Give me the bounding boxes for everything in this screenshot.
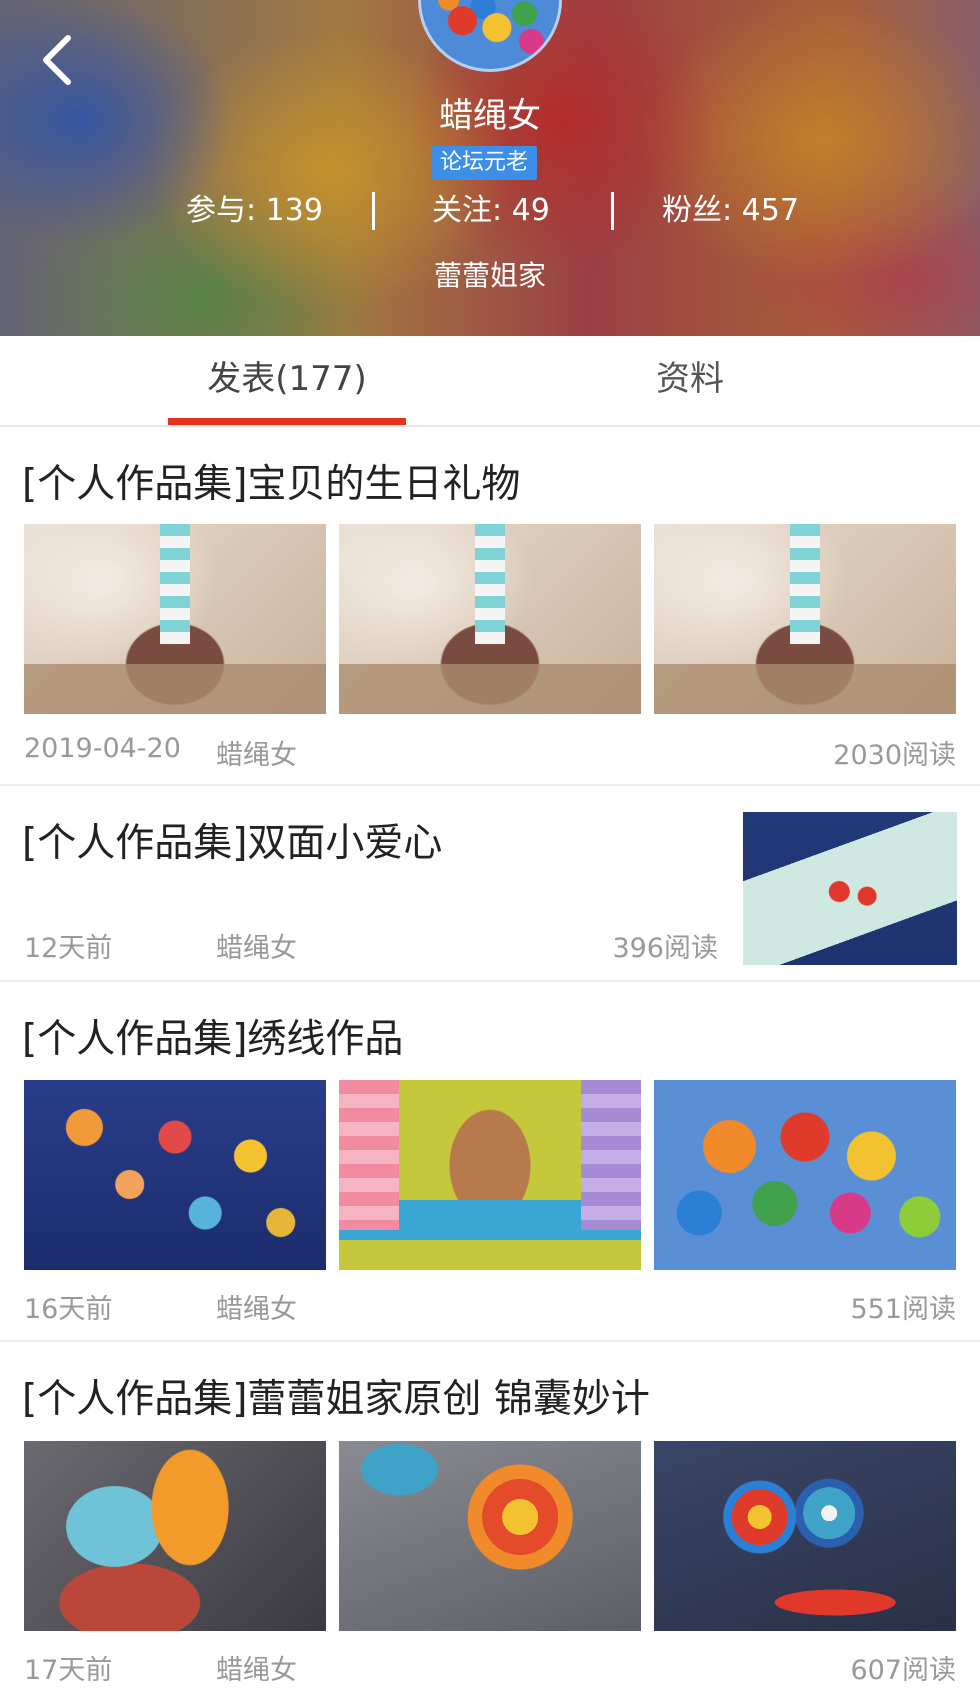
post-item[interactable]: [个人作品集]绣线作品 16天前 蜡绳女 551阅读 [0,982,980,1342]
tab-info[interactable]: 资料 [590,336,790,425]
rank-badge: 论坛元老 [431,146,537,180]
post-date: 17天前 [24,1655,113,1686]
post-author: 蜡绳女 [216,933,297,964]
username: 蜡绳女 [439,96,541,136]
post-image [743,812,957,965]
stat-follow[interactable]: 关注: 49 [432,186,550,236]
post-read-count: 607阅读 [850,1655,956,1686]
post-author: 蜡绳女 [216,1294,297,1325]
post-title: [个人作品集]宝贝的生日礼物 [22,462,521,507]
post-image [24,1080,326,1270]
profile-stats: 参与: 139 关注: 49 粉丝: 457 [0,186,980,236]
post-read-count: 2030阅读 [833,740,956,771]
back-button[interactable] [30,30,90,90]
avatar[interactable] [418,0,562,72]
post-image [339,524,641,714]
post-date: 12天前 [24,933,113,964]
post-read-count: 396阅读 [612,933,718,964]
post-date: 2019-04-20 [24,733,181,764]
post-item[interactable]: [个人作品集]蕾蕾姐家原创 锦囊妙计 17天前 蜡绳女 607阅读 [0,1342,980,1703]
post-author: 蜡绳女 [216,740,297,771]
post-image [654,1441,956,1631]
post-date: 16天前 [24,1294,113,1325]
post-title: [个人作品集]蕾蕾姐家原创 锦囊妙计 [22,1377,650,1422]
tab-posts[interactable]: 发表(177) [168,336,406,425]
stat-divider [611,192,614,230]
post-author: 蜡绳女 [216,1655,297,1686]
post-image [654,524,956,714]
active-tab-indicator [168,418,406,425]
post-image [24,524,326,714]
post-image [654,1080,956,1270]
chevron-left-icon [43,35,71,85]
group-name: 蕾蕾姐家 [433,259,546,292]
stat-fans[interactable]: 粉丝: 457 [662,186,799,236]
post-item[interactable]: [个人作品集]双面小爱心 12天前 蜡绳女 396阅读 [0,786,980,982]
post-image [24,1441,326,1631]
post-read-count: 551阅读 [850,1294,956,1325]
profile-tabs: 发表(177) 资料 [0,336,980,427]
post-item[interactable]: [个人作品集]宝贝的生日礼物 2019-04-20 蜡绳女 2030阅读 [0,427,980,786]
post-image [339,1080,641,1270]
post-image [339,1441,641,1631]
stat-participate[interactable]: 参与: 139 [186,186,323,236]
post-title: [个人作品集]绣线作品 [22,1017,404,1062]
profile-header: 蜡绳女 论坛元老 参与: 139 关注: 49 粉丝: 457 蕾蕾姐家 [0,0,980,336]
post-title: [个人作品集]双面小爱心 [22,821,443,866]
stat-divider [372,192,375,230]
